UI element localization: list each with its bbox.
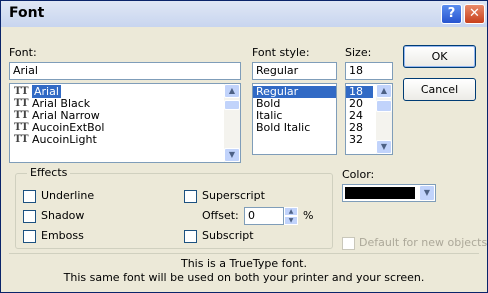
- emboss-label: Emboss: [41, 229, 84, 242]
- font-style-list-item[interactable]: Bold Italic: [253, 122, 336, 134]
- color-combo[interactable]: ▼: [342, 184, 436, 202]
- font-list-scrollbar[interactable]: ▲ ▼: [224, 84, 240, 162]
- truetype-icon: TT: [14, 134, 29, 145]
- font-dialog: Font ? ✕ Font: Arial TT Arial TT Arial Blac…: [0, 0, 488, 293]
- offset-input[interactable]: 0: [244, 207, 284, 225]
- font-name-input[interactable]: Arial: [9, 62, 241, 80]
- scroll-up-icon[interactable]: ▲: [224, 84, 240, 98]
- spin-down-icon[interactable]: ▼: [284, 216, 298, 225]
- font-list[interactable]: TT Arial TT Arial Black TT Arial Narrow TT Auco…: [9, 83, 241, 163]
- font-style-list[interactable]: Regular Bold Italic Bold Italic: [252, 83, 337, 155]
- close-button[interactable]: ✕: [464, 4, 485, 24]
- size-label: Size:: [345, 46, 372, 59]
- size-list[interactable]: 18 20 24 28 32 ▲ ▼: [345, 83, 393, 155]
- offset-label: Offset:: [202, 209, 239, 222]
- font-style-input[interactable]: Regular: [252, 62, 337, 80]
- color-label: Color:: [342, 168, 375, 181]
- font-style-label: Font style:: [252, 46, 310, 59]
- divider: [9, 253, 479, 254]
- dialog-title: Font: [9, 5, 45, 21]
- size-list-item[interactable]: 32: [346, 134, 373, 146]
- font-label: Font:: [9, 46, 37, 59]
- spin-up-icon[interactable]: ▲: [284, 207, 298, 216]
- scroll-down-icon[interactable]: ▼: [224, 148, 240, 162]
- scroll-down-icon[interactable]: ▼: [376, 140, 392, 154]
- effects-label: Effects: [27, 166, 71, 179]
- scroll-up-icon[interactable]: ▲: [376, 84, 392, 98]
- underline-label: Underline: [41, 189, 95, 202]
- font-list-item[interactable]: TT AucoinLight: [10, 134, 240, 146]
- truetype-icon: TT: [14, 110, 29, 121]
- scroll-thumb[interactable]: [224, 100, 240, 110]
- size-list-scrollbar[interactable]: ▲ ▼: [376, 84, 392, 154]
- font-list-item-label: AucoinLight: [32, 133, 97, 146]
- subscript-label: Subscript: [202, 229, 254, 242]
- truetype-icon: TT: [14, 86, 29, 97]
- offset-unit: %: [303, 209, 314, 222]
- shadow-label: Shadow: [41, 209, 85, 222]
- shadow-checkbox[interactable]: [23, 210, 36, 223]
- subscript-checkbox[interactable]: [184, 230, 197, 243]
- cancel-button[interactable]: Cancel: [403, 78, 476, 101]
- scroll-thumb[interactable]: [376, 100, 392, 112]
- default-label: Default for new objects: [359, 236, 488, 249]
- info-line-1: This is a TrueType font.: [180, 257, 307, 270]
- size-input[interactable]: 18: [345, 62, 393, 80]
- underline-checkbox[interactable]: [23, 190, 36, 203]
- dropdown-arrow-icon[interactable]: ▼: [419, 185, 435, 201]
- color-swatch: [345, 187, 415, 199]
- title-bar[interactable]: Font ? ✕: [1, 1, 487, 27]
- emboss-checkbox[interactable]: [23, 230, 36, 243]
- superscript-checkbox[interactable]: [184, 190, 197, 203]
- superscript-label: Superscript: [202, 189, 265, 202]
- default-checkbox[interactable]: [342, 237, 355, 250]
- info-line-2: This same font will be used on both your…: [63, 271, 425, 284]
- truetype-icon: TT: [14, 122, 29, 133]
- offset-spinner[interactable]: ▲ ▼: [284, 207, 298, 225]
- truetype-icon: TT: [14, 98, 29, 109]
- help-button[interactable]: ?: [441, 4, 462, 24]
- ok-button[interactable]: OK: [403, 45, 476, 68]
